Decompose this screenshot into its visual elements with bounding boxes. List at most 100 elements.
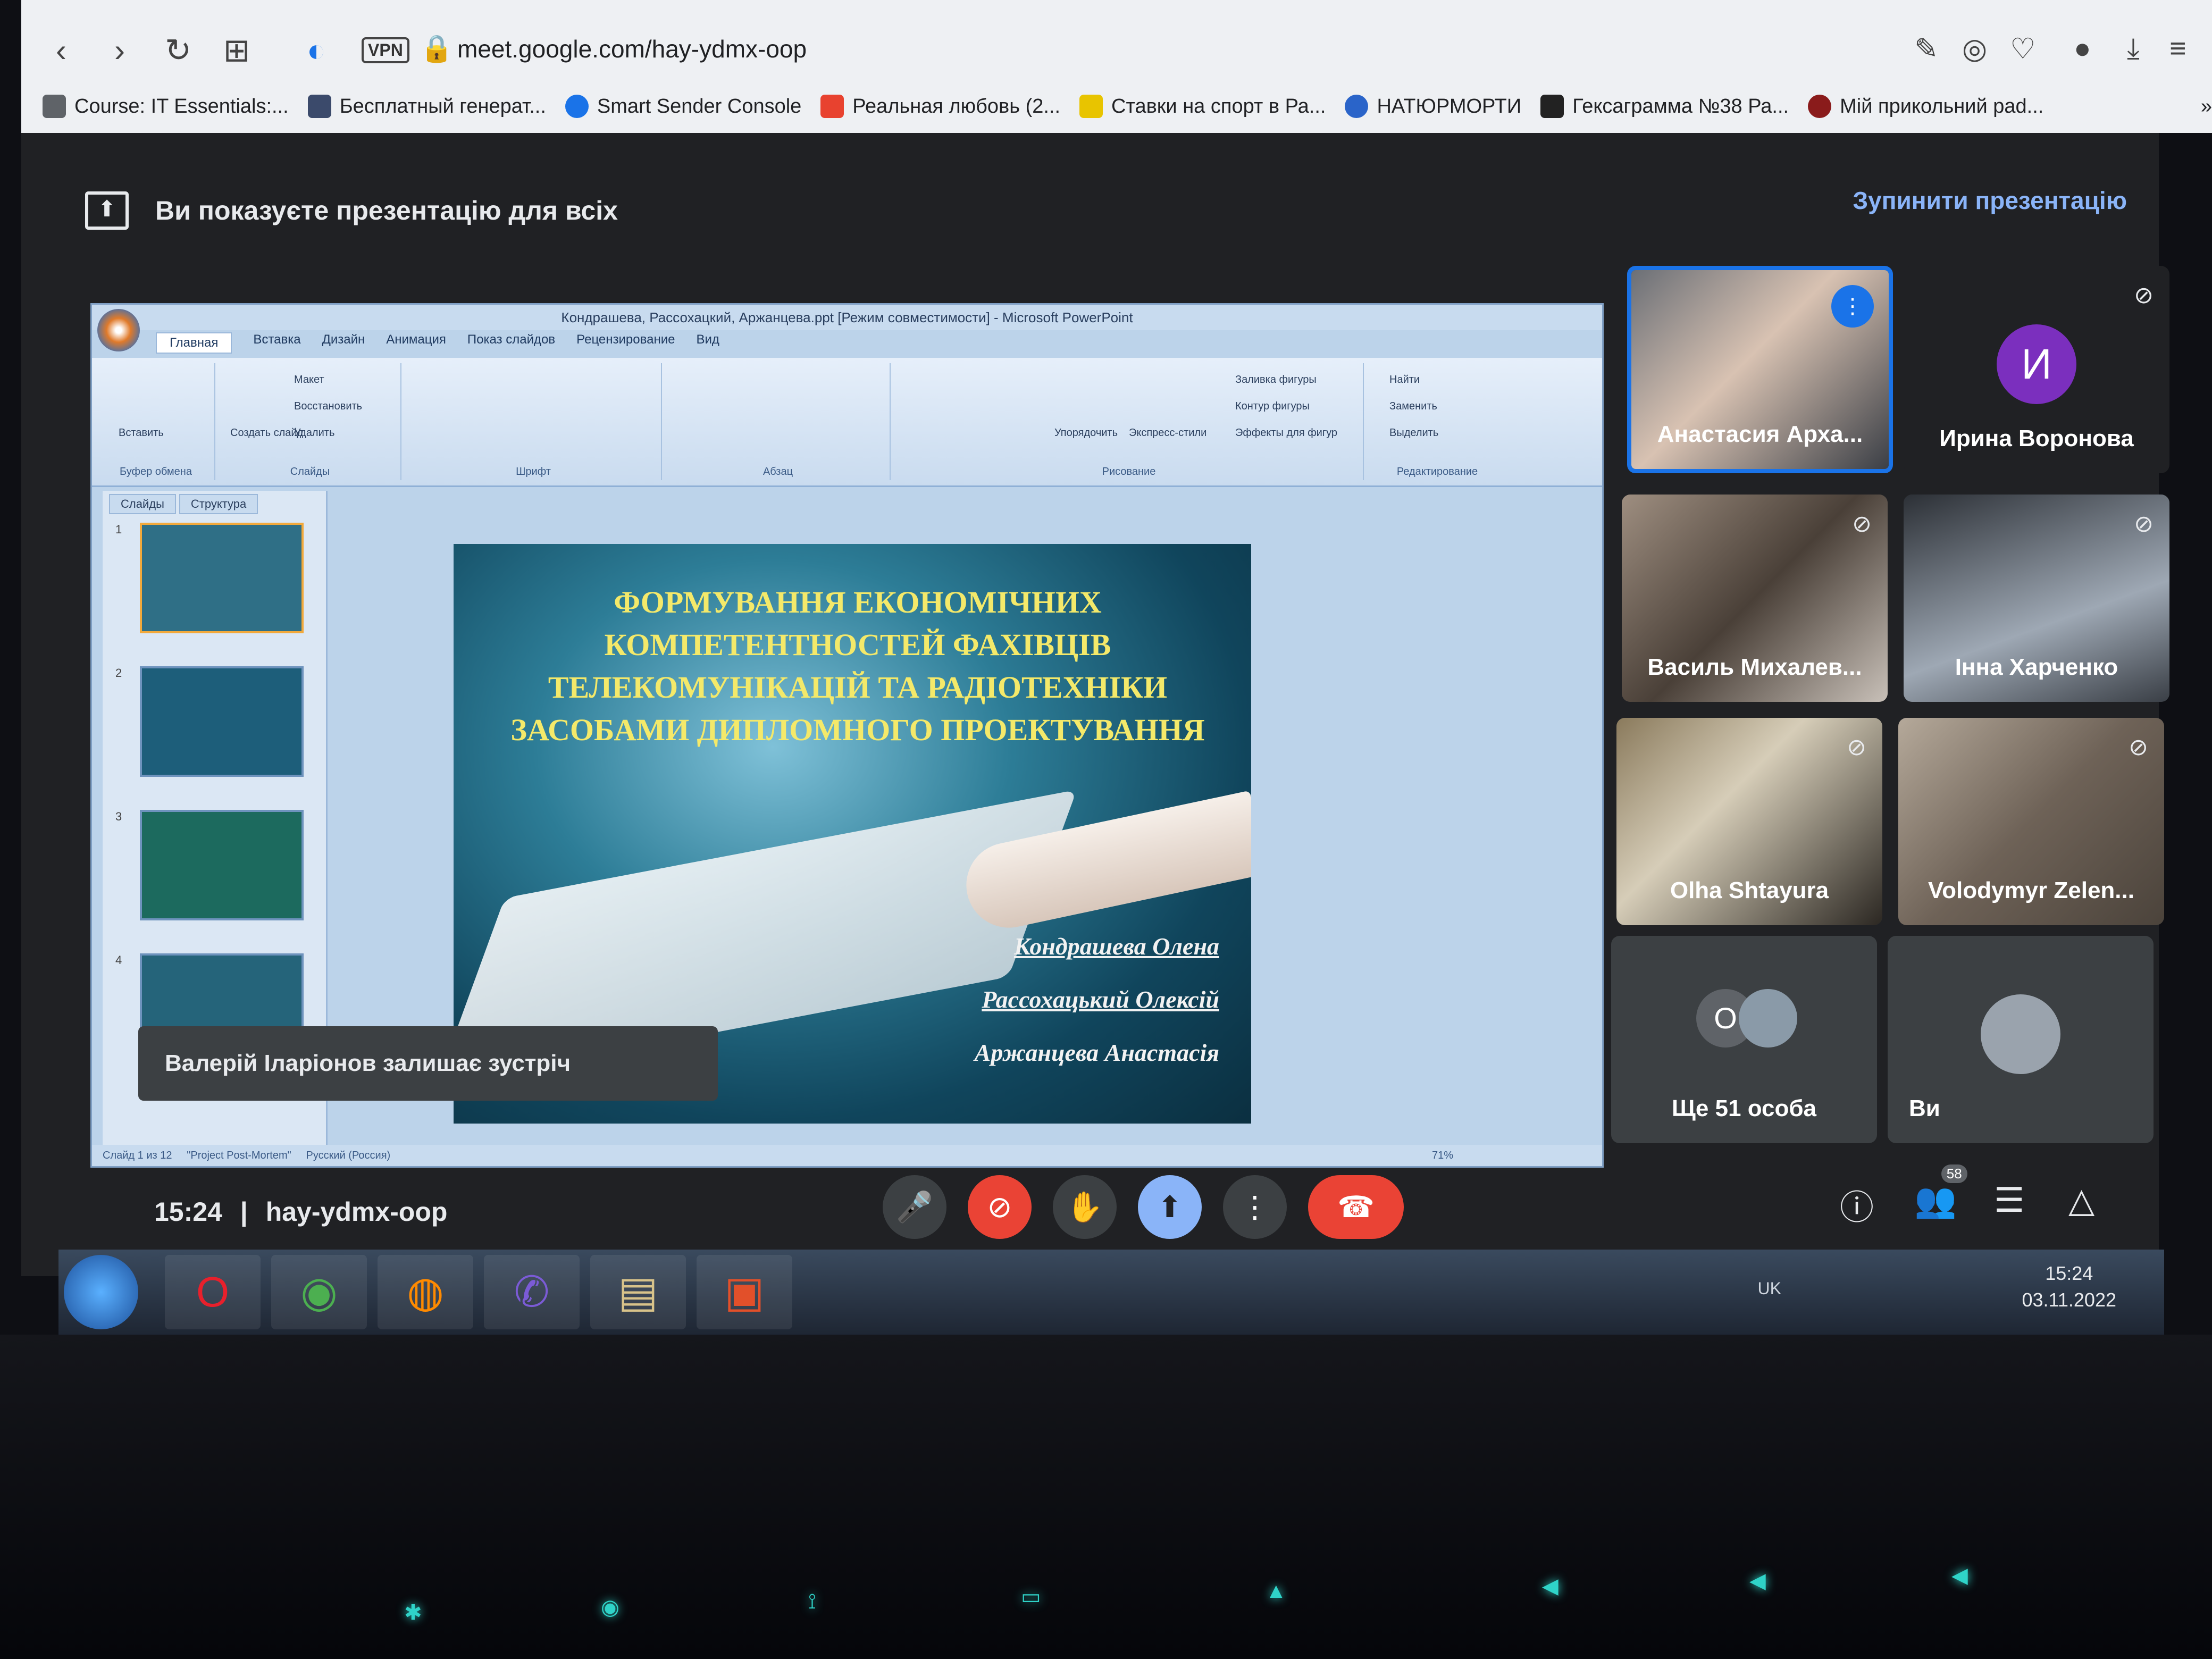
snapshot-icon[interactable]: ✎ <box>1914 32 1938 65</box>
slide-title: Формування економічних компетентностей ф… <box>510 585 1205 747</box>
present-screen-icon: ⬆ <box>85 191 129 230</box>
participant-tile[interactable]: ⋮ Анастасия Арха... <box>1627 266 1893 473</box>
laptop-bezel: ✱ ◉ ⟟ ▭ ▲ ◀ ◀ ◀ <box>0 1335 2212 1659</box>
chrome-icon[interactable]: ◉ <box>271 1255 367 1329</box>
tab-slides: Слайды <box>109 494 176 514</box>
camera-icon[interactable]: ◎ <box>1962 32 1987 65</box>
ribbon: Вставить Буфер обмена Создать слайд Маке… <box>92 358 1602 487</box>
select-label: Выделить <box>1389 427 1439 439</box>
speaking-icon: ⋮ <box>1831 285 1874 328</box>
raise-hand-button[interactable]: ✋ <box>1053 1175 1117 1239</box>
menu-icon[interactable]: ≡ <box>2169 32 2186 65</box>
participant-name: Інна Харченко <box>1955 654 2118 680</box>
reload-icon[interactable]: ↻ <box>160 32 197 69</box>
group-label: Редактирование <box>1396 466 1478 477</box>
heart-icon[interactable]: ♡ <box>2010 32 2035 65</box>
lock-icon[interactable]: 🔒 <box>420 33 453 64</box>
bookmark-item[interactable]: Smart Sender Console <box>565 95 801 118</box>
slide-author: Кондрашева Олена <box>1013 933 1219 960</box>
clock-time: 15:24 <box>2045 1262 2093 1284</box>
camera-off-icon: ⊘ <box>987 1190 1012 1224</box>
participant-tile[interactable]: И ⊘ Ирина Воронова <box>1904 266 2169 473</box>
participant-tile[interactable]: ⊘ Василь Михалев... <box>1622 495 1888 702</box>
chat-icon[interactable]: ☰ <box>1994 1180 2024 1220</box>
theme-name: "Project Post-Mortem" <box>187 1150 291 1161</box>
forward-icon[interactable]: › <box>101 32 138 69</box>
opera-icon[interactable]: O <box>165 1255 261 1329</box>
present-button[interactable]: ⬆ <box>1138 1175 1202 1239</box>
bookmark-item[interactable]: Ставки на спорт в Ра... <box>1079 95 1326 118</box>
powerpoint-icon[interactable]: ▣ <box>697 1255 792 1329</box>
hang-up-icon: ☎ <box>1337 1190 1375 1224</box>
more-participants-tile[interactable]: О Ще 51 особа <box>1611 936 1877 1143</box>
browser-chrome: ‹ › ↻ ⊞ ◐ VPN 🔒 meet.google.com/hay-ydmx… <box>21 0 2212 133</box>
back-icon[interactable]: ‹ <box>43 32 80 69</box>
start-button[interactable] <box>64 1255 138 1329</box>
tab-review: Рецензирование <box>576 332 675 347</box>
bookmark-item[interactable]: Course: IT Essentials:... <box>43 95 289 118</box>
avatar <box>1739 989 1797 1048</box>
layout-label: Макет <box>294 374 324 386</box>
vpn-badge[interactable]: VPN <box>362 37 409 63</box>
participant-tile[interactable]: ⊘ Інна Харченко <box>1904 495 2169 702</box>
system-clock[interactable]: 15:24 03.11.2022 <box>2022 1260 2116 1313</box>
viber-icon[interactable]: ✆ <box>484 1255 580 1329</box>
leave-call-button[interactable]: ☎ <box>1308 1175 1404 1239</box>
bookmark-item[interactable]: Реальная любовь (2... <box>820 95 1060 118</box>
mic-button[interactable]: 🎤 <box>883 1175 946 1239</box>
people-icon[interactable]: 👥 58 <box>1914 1164 1967 1220</box>
indicator-light-icon: ◀ <box>1749 1569 1766 1593</box>
find-label: Найти <box>1389 374 1420 386</box>
language-indicator[interactable]: UK <box>1758 1279 1781 1298</box>
avatar: И <box>1997 324 2076 404</box>
mic-off-icon: ⊘ <box>2129 734 2148 760</box>
participant-tile[interactable]: ⊘ Volodymyr Zelen... <box>1898 718 2164 925</box>
address-bar[interactable]: meet.google.com/hay-ydmx-oop <box>457 35 807 63</box>
group-font: Шрифт <box>406 363 662 480</box>
office-button-icon <box>97 309 140 351</box>
thumb-number: 4 <box>115 953 122 967</box>
replace-label: Заменить <box>1389 400 1437 412</box>
indicator-light-icon: ▭ <box>1021 1585 1041 1608</box>
self-tile[interactable]: Ви <box>1888 936 2154 1143</box>
group-editing: Найти Заменить Выделить Редактирование <box>1368 363 1506 480</box>
bookmarks-bar: Course: IT Essentials:... Бесплатный ген… <box>43 85 2212 128</box>
profile-icon[interactable]: ● <box>2074 32 2091 65</box>
participant-name: Василь Михалев... <box>1647 654 1862 680</box>
mic-off-icon: ⊘ <box>2134 511 2154 537</box>
meeting-details: 15:24 | hay-ydmx-oop <box>154 1196 447 1227</box>
bookmark-item[interactable]: НАТЮРМОРТИ <box>1345 95 1521 118</box>
participant-tile[interactable]: ⊘ Olha Shtayura <box>1616 718 1882 925</box>
avatar <box>1981 994 2060 1074</box>
more-bookmarks-icon[interactable]: » <box>2201 95 2212 118</box>
meet-stage: ⬆ Ви показуєте презентацію для всіх Зупи… <box>21 133 2169 1276</box>
bookmark-item[interactable]: Мій прикольний pad... <box>1808 95 2043 118</box>
shield-icon[interactable]: ◐ <box>298 32 335 69</box>
activities-icon[interactable]: △ <box>2068 1180 2094 1220</box>
presenting-text: Ви показуєте презентацію для всіх <box>155 196 618 225</box>
betting-icon <box>1079 95 1103 118</box>
group-label: Шрифт <box>516 466 551 477</box>
speed-dial-icon[interactable]: ⊞ <box>218 32 255 69</box>
participant-name: Анастасия Арха... <box>1657 421 1863 447</box>
download-icon[interactable]: ⤓ <box>2127 32 2140 65</box>
tab-design: Дизайн <box>322 332 365 347</box>
indicator-light-icon: ⟟ <box>808 1590 816 1613</box>
bookmark-item[interactable]: Бесплатный генерат... <box>307 95 546 118</box>
location-pin-icon <box>565 95 589 118</box>
windows-taskbar: O ◉ ◍ ✆ ▤ ▣ UK 15:24 03.11.2022 <box>58 1250 2164 1335</box>
explorer-icon[interactable]: ▤ <box>590 1255 686 1329</box>
slide-thumbnail <box>140 666 304 777</box>
indicator-light-icon: ◉ <box>601 1596 619 1619</box>
graduation-icon <box>43 95 66 118</box>
firefox-icon[interactable]: ◍ <box>378 1255 473 1329</box>
tab-outline: Структура <box>179 494 258 514</box>
hand-icon: ✋ <box>1066 1190 1103 1224</box>
info-icon[interactable]: ⓘ <box>1840 1180 1874 1229</box>
stop-presenting-button[interactable]: Зупинити презентацію <box>1853 186 2127 215</box>
camera-off-button[interactable]: ⊘ <box>968 1175 1032 1239</box>
bookmark-item[interactable]: Гексаграмма №38 Ра... <box>1540 95 1789 118</box>
more-options-button[interactable]: ⋮ <box>1223 1175 1287 1239</box>
group-label: Абзац <box>763 466 793 477</box>
group-slides: Создать слайд Макет Восстановить Удалить… <box>220 363 401 480</box>
